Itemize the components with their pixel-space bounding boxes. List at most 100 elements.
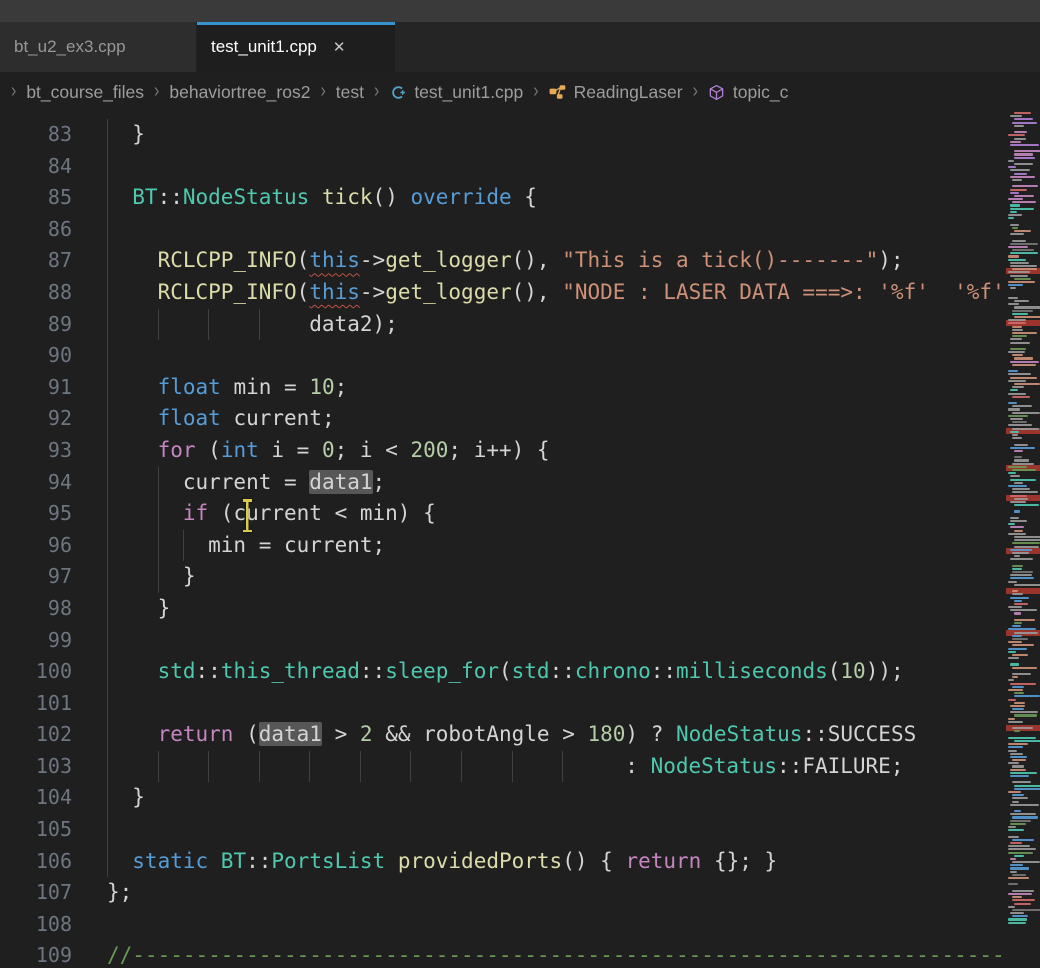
- code-line[interactable]: 86: [0, 214, 1006, 246]
- indent-guide: [107, 593, 132, 625]
- indent-guide: [158, 530, 183, 562]
- line-number: 83: [0, 119, 72, 151]
- tab-close-icon[interactable]: ✕: [331, 38, 348, 57]
- line-number: 96: [0, 530, 72, 562]
- code-line[interactable]: 91 float min = 10;: [0, 372, 1006, 404]
- code-line[interactable]: 92 float current;: [0, 403, 1006, 435]
- line-number: 109: [0, 940, 72, 968]
- code-line[interactable]: 98 }: [0, 593, 1006, 625]
- indent-guide: [107, 119, 132, 151]
- class-icon: [549, 83, 567, 101]
- indent-guide: [158, 751, 209, 783]
- line-number: 108: [0, 909, 72, 941]
- breadcrumb: › bt_course_files › behaviortree_ros2 › …: [0, 72, 1040, 112]
- indent-guide: [158, 467, 183, 499]
- line-number: 92: [0, 403, 72, 435]
- code-line[interactable]: 83}: [0, 119, 1006, 151]
- indent-guide: [107, 277, 132, 309]
- chevron-right-icon: ›: [11, 81, 16, 104]
- code-line[interactable]: 109//-----------------------------------…: [0, 940, 1006, 968]
- indent-guide: [208, 751, 259, 783]
- indent-guide: [107, 214, 132, 246]
- code-line[interactable]: 103 : NodeStatus::FAILURE;: [0, 751, 1006, 783]
- code-line[interactable]: 104}: [0, 782, 1006, 814]
- active-tab-indicator: [197, 22, 395, 25]
- code-line[interactable]: 88 RCLCPP_INFO(this->get_logger(), "NODE…: [0, 277, 1006, 309]
- line-number: 89: [0, 309, 72, 341]
- line-number: 106: [0, 846, 72, 878]
- chevron-right-icon: ›: [154, 81, 159, 104]
- line-number: 84: [0, 151, 72, 183]
- code-line[interactable]: 89 data2);: [0, 309, 1006, 341]
- code-line[interactable]: 100 std::this_thread::sleep_for(std::chr…: [0, 656, 1006, 688]
- code-area: 83}8485BT::NodeStatus tick() override {8…: [0, 119, 1006, 968]
- line-number: 90: [0, 340, 72, 372]
- indent-guide: [562, 751, 613, 783]
- breadcrumb-item-file[interactable]: test_unit1.cpp: [389, 82, 523, 103]
- code-line[interactable]: 99: [0, 625, 1006, 657]
- breadcrumb-item-folder[interactable]: test: [336, 82, 364, 103]
- vscode-window: { "window": { "tabs": [ {"label": "bt_u2…: [0, 0, 1040, 968]
- title-bar: [0, 0, 1040, 22]
- minimap[interactable]: [1006, 112, 1040, 968]
- code-line[interactable]: 107};: [0, 877, 1006, 909]
- indent-guide: [107, 846, 132, 878]
- line-number: 85: [0, 182, 72, 214]
- indent-guide: [259, 751, 310, 783]
- tab-bt-u2-ex3[interactable]: bt_u2_ex3.cpp: [0, 22, 197, 72]
- indent-guide: [107, 498, 132, 530]
- code-line[interactable]: 94 current = data1;: [0, 467, 1006, 499]
- code-line[interactable]: 84: [0, 151, 1006, 183]
- line-number: 94: [0, 467, 72, 499]
- method-icon: [708, 83, 726, 101]
- indent-guide: [410, 751, 461, 783]
- tab-label: bt_u2_ex3.cpp: [14, 37, 126, 57]
- indent-guide: [107, 530, 132, 562]
- breadcrumb-item-method[interactable]: topic_c: [708, 82, 788, 103]
- code-line[interactable]: 101: [0, 688, 1006, 720]
- indent-guide: [158, 309, 209, 341]
- indent-guide: [107, 782, 132, 814]
- line-number: 97: [0, 561, 72, 593]
- code-line[interactable]: 97 }: [0, 561, 1006, 593]
- line-number: 98: [0, 593, 72, 625]
- chevron-right-icon: ›: [693, 81, 698, 104]
- editor-pane[interactable]: 83}8485BT::NodeStatus tick() override {8…: [0, 112, 1006, 968]
- indent-guide: [107, 245, 132, 277]
- code-line[interactable]: 96 min = current;: [0, 530, 1006, 562]
- mouse-cursor-ibeam: [240, 499, 254, 532]
- breadcrumb-item-class[interactable]: ReadingLaser: [549, 82, 683, 103]
- line-number: 91: [0, 372, 72, 404]
- indent-guide: [107, 656, 132, 688]
- line-number: 93: [0, 435, 72, 467]
- code-line[interactable]: 90: [0, 340, 1006, 372]
- indent-guide: [107, 467, 132, 499]
- code-line[interactable]: 106static BT::PortsList providedPorts() …: [0, 846, 1006, 878]
- cpp-file-icon: [389, 83, 407, 101]
- code-line[interactable]: 105: [0, 814, 1006, 846]
- line-number: 102: [0, 719, 72, 751]
- indent-guide: [107, 688, 132, 720]
- code-line[interactable]: 85BT::NodeStatus tick() override {: [0, 182, 1006, 214]
- breadcrumb-item-folder[interactable]: behaviortree_ros2: [169, 82, 310, 103]
- code-line[interactable]: 102 return (data1 > 2 && robotAngle > 18…: [0, 719, 1006, 751]
- breadcrumb-item-folder[interactable]: bt_course_files: [26, 82, 144, 103]
- code-line[interactable]: 93 for (int i = 0; i < 200; i++) {: [0, 435, 1006, 467]
- code-line[interactable]: 108: [0, 909, 1006, 941]
- tab-test-unit1[interactable]: test_unit1.cpp ✕: [197, 22, 395, 72]
- indent-guide: [107, 751, 132, 783]
- indent-guide: [512, 751, 563, 783]
- indent-guide: [208, 309, 259, 341]
- line-number: 104: [0, 782, 72, 814]
- indent-guide: [107, 403, 132, 435]
- chevron-right-icon: ›: [374, 81, 379, 104]
- line-number: 103: [0, 751, 72, 783]
- indent-guide: [259, 309, 310, 341]
- line-number: 87: [0, 245, 72, 277]
- indent-guide: [107, 340, 132, 372]
- code-line[interactable]: 95 if (current < min) {: [0, 498, 1006, 530]
- indent-guide: [107, 372, 132, 404]
- code-line[interactable]: 87 RCLCPP_INFO(this->get_logger(), "This…: [0, 245, 1006, 277]
- indent-guide: [183, 530, 208, 562]
- indent-guide: [309, 751, 360, 783]
